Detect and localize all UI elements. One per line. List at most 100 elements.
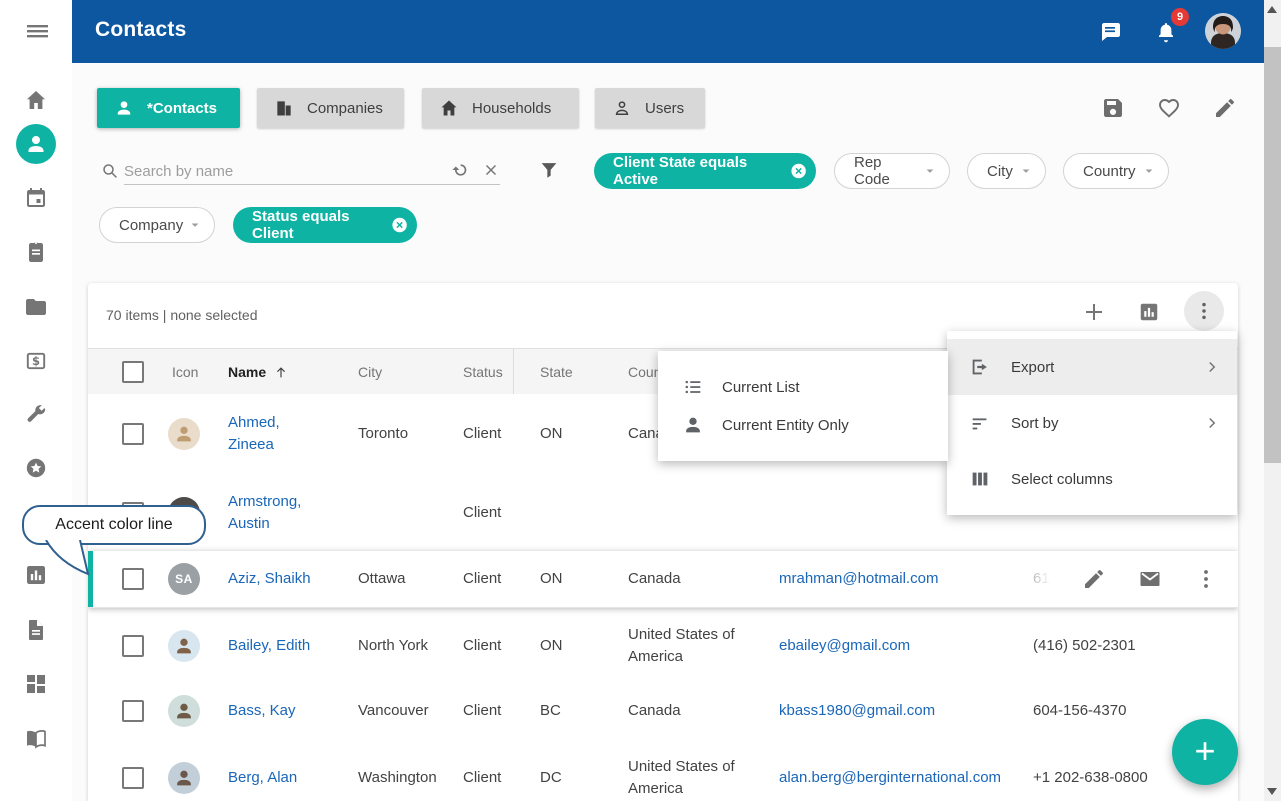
contact-avatar — [168, 418, 200, 450]
scrollbar[interactable] — [1264, 0, 1281, 801]
contact-name-link[interactable]: Armstrong, Austin — [228, 491, 348, 535]
filter-dropdown-label: City — [987, 163, 1013, 180]
contact-avatar — [168, 630, 200, 662]
contact-avatar — [168, 695, 200, 727]
favorites-star-icon[interactable] — [24, 456, 48, 480]
row-checkbox[interactable] — [122, 700, 144, 722]
menu-item-select-columns[interactable]: Select columns — [947, 451, 1237, 507]
save-view-icon[interactable] — [1101, 96, 1125, 120]
select-all-checkbox[interactable] — [122, 349, 144, 395]
cell-email-link[interactable]: mrahman@hotmail.com — [779, 568, 1024, 590]
row-checkbox[interactable] — [122, 767, 144, 789]
columns-icon — [969, 468, 991, 490]
remove-filter-icon[interactable] — [789, 161, 808, 181]
sidebar-item-contacts-active[interactable] — [16, 124, 56, 164]
filter-chip-label: Status equals Client — [252, 208, 390, 242]
tab-contacts[interactable]: *Contacts — [97, 88, 240, 128]
add-icon[interactable] — [1082, 300, 1106, 324]
refresh-icon[interactable] — [450, 160, 470, 180]
scrollbar-thumb[interactable] — [1264, 47, 1281, 463]
table-row[interactable]: Berg, Alan Washington Client DC United S… — [88, 738, 1238, 801]
submenu-item-current-entity[interactable]: Current Entity Only — [658, 406, 948, 444]
filter-chip-label: Client State equals Active — [613, 154, 789, 188]
favorite-heart-icon[interactable] — [1157, 96, 1181, 120]
scroll-up-arrow[interactable] — [1267, 6, 1277, 13]
user-avatar[interactable] — [1205, 13, 1241, 49]
submenu-item-current-list[interactable]: Current List — [658, 368, 948, 406]
tools-wrench-icon[interactable] — [24, 403, 48, 427]
table-row[interactable]: Bailey, Edith North York Client ON Unite… — [88, 607, 1238, 685]
sort-ascending-icon — [273, 364, 289, 380]
billing-dollar-icon[interactable] — [24, 349, 48, 373]
search-input[interactable] — [124, 158, 500, 185]
folder-icon[interactable] — [24, 295, 48, 319]
column-header-city[interactable]: City — [358, 349, 382, 395]
tab-companies[interactable]: Companies — [257, 88, 404, 128]
chevron-down-icon — [1140, 162, 1158, 180]
tab-users[interactable]: Users — [595, 88, 705, 128]
column-header-name[interactable]: Name — [228, 349, 289, 395]
hamburger-menu-icon[interactable] — [24, 19, 48, 43]
filter-dropdown-rep-code[interactable]: Rep Code — [834, 153, 950, 189]
filter-dropdown-label: Rep Code — [854, 154, 921, 188]
more-options-button[interactable] — [1184, 291, 1224, 331]
filter-chip-client-state[interactable]: Client State equals Active — [594, 153, 816, 189]
clear-search-icon[interactable] — [482, 161, 500, 179]
cell-email-link[interactable]: kbass1980@gmail.com — [779, 700, 1024, 722]
chat-icon[interactable] — [1098, 20, 1122, 44]
chart-view-icon[interactable] — [1138, 301, 1160, 323]
chevron-right-icon — [1203, 358, 1221, 376]
calendar-icon[interactable] — [24, 186, 48, 210]
document-icon[interactable] — [24, 618, 48, 642]
filter-dropdown-company[interactable]: Company — [99, 207, 215, 243]
cell-country: United States of America — [628, 624, 750, 668]
remove-filter-icon[interactable] — [390, 215, 409, 235]
cell-city: North York — [358, 635, 458, 657]
menu-item-label: Export — [1011, 359, 1054, 376]
chevron-down-icon — [921, 162, 939, 180]
knowledge-book-icon[interactable] — [24, 727, 48, 751]
cell-email-link[interactable]: ebailey@gmail.com — [779, 635, 1024, 657]
filter-funnel-icon[interactable] — [538, 159, 560, 181]
cell-state: BC — [540, 700, 600, 722]
page-title: Contacts — [95, 18, 186, 42]
tab-households[interactable]: Households — [422, 88, 579, 128]
home-icon[interactable] — [24, 88, 48, 112]
cell-phone: 604-156-4370 — [1033, 700, 1193, 722]
column-header-status[interactable]: Status — [463, 349, 503, 395]
edit-pencil-icon[interactable] — [1082, 567, 1106, 591]
table-row-selected[interactable]: SA Aziz, Shaikh Ottawa Client ON Canada … — [88, 551, 1238, 608]
tab-contacts-label: *Contacts — [147, 100, 217, 117]
email-envelope-icon[interactable] — [1138, 567, 1162, 591]
contact-name-link[interactable]: Bass, Kay — [228, 700, 348, 722]
scroll-down-arrow[interactable] — [1267, 788, 1277, 795]
tab-users-label: Users — [645, 100, 684, 117]
row-checkbox[interactable] — [122, 423, 144, 445]
contact-name-link[interactable]: Aziz, Shaikh — [228, 568, 348, 590]
cell-city: Toronto — [358, 423, 458, 445]
cell-email-link[interactable]: alan.berg@berginternational.com — [779, 767, 1024, 789]
filter-chip-status[interactable]: Status equals Client — [233, 207, 417, 243]
add-contact-fab[interactable]: + — [1172, 719, 1238, 785]
dashboard-icon[interactable] — [24, 672, 48, 696]
contact-name-link[interactable]: Bailey, Edith — [228, 635, 348, 657]
row-checkbox[interactable] — [122, 568, 144, 590]
cell-status: Client — [463, 700, 535, 722]
column-header-state[interactable]: State — [540, 349, 573, 395]
row-checkbox[interactable] — [122, 635, 144, 657]
table-row[interactable]: Bass, Kay Vancouver Client BC Canada kba… — [88, 684, 1238, 739]
menu-item-export[interactable]: Export — [947, 339, 1237, 395]
clipboard-icon[interactable] — [24, 240, 48, 264]
menu-item-sort-by[interactable]: Sort by — [947, 395, 1237, 451]
contact-name-link[interactable]: Ahmed, Zineea — [228, 412, 348, 456]
column-header-icon[interactable]: Icon — [172, 349, 198, 395]
row-more-dots-icon[interactable] — [1194, 567, 1218, 591]
plus-icon: + — [1194, 733, 1215, 769]
filter-dropdown-country[interactable]: Country — [1063, 153, 1169, 189]
edit-pencil-icon[interactable] — [1213, 96, 1237, 120]
contact-name-link[interactable]: Berg, Alan — [228, 767, 348, 789]
filter-dropdown-city[interactable]: City — [967, 153, 1046, 189]
annotation-callout-tail — [40, 540, 96, 578]
cell-country: United States of America — [628, 756, 750, 800]
chevron-right-icon — [1203, 414, 1221, 432]
